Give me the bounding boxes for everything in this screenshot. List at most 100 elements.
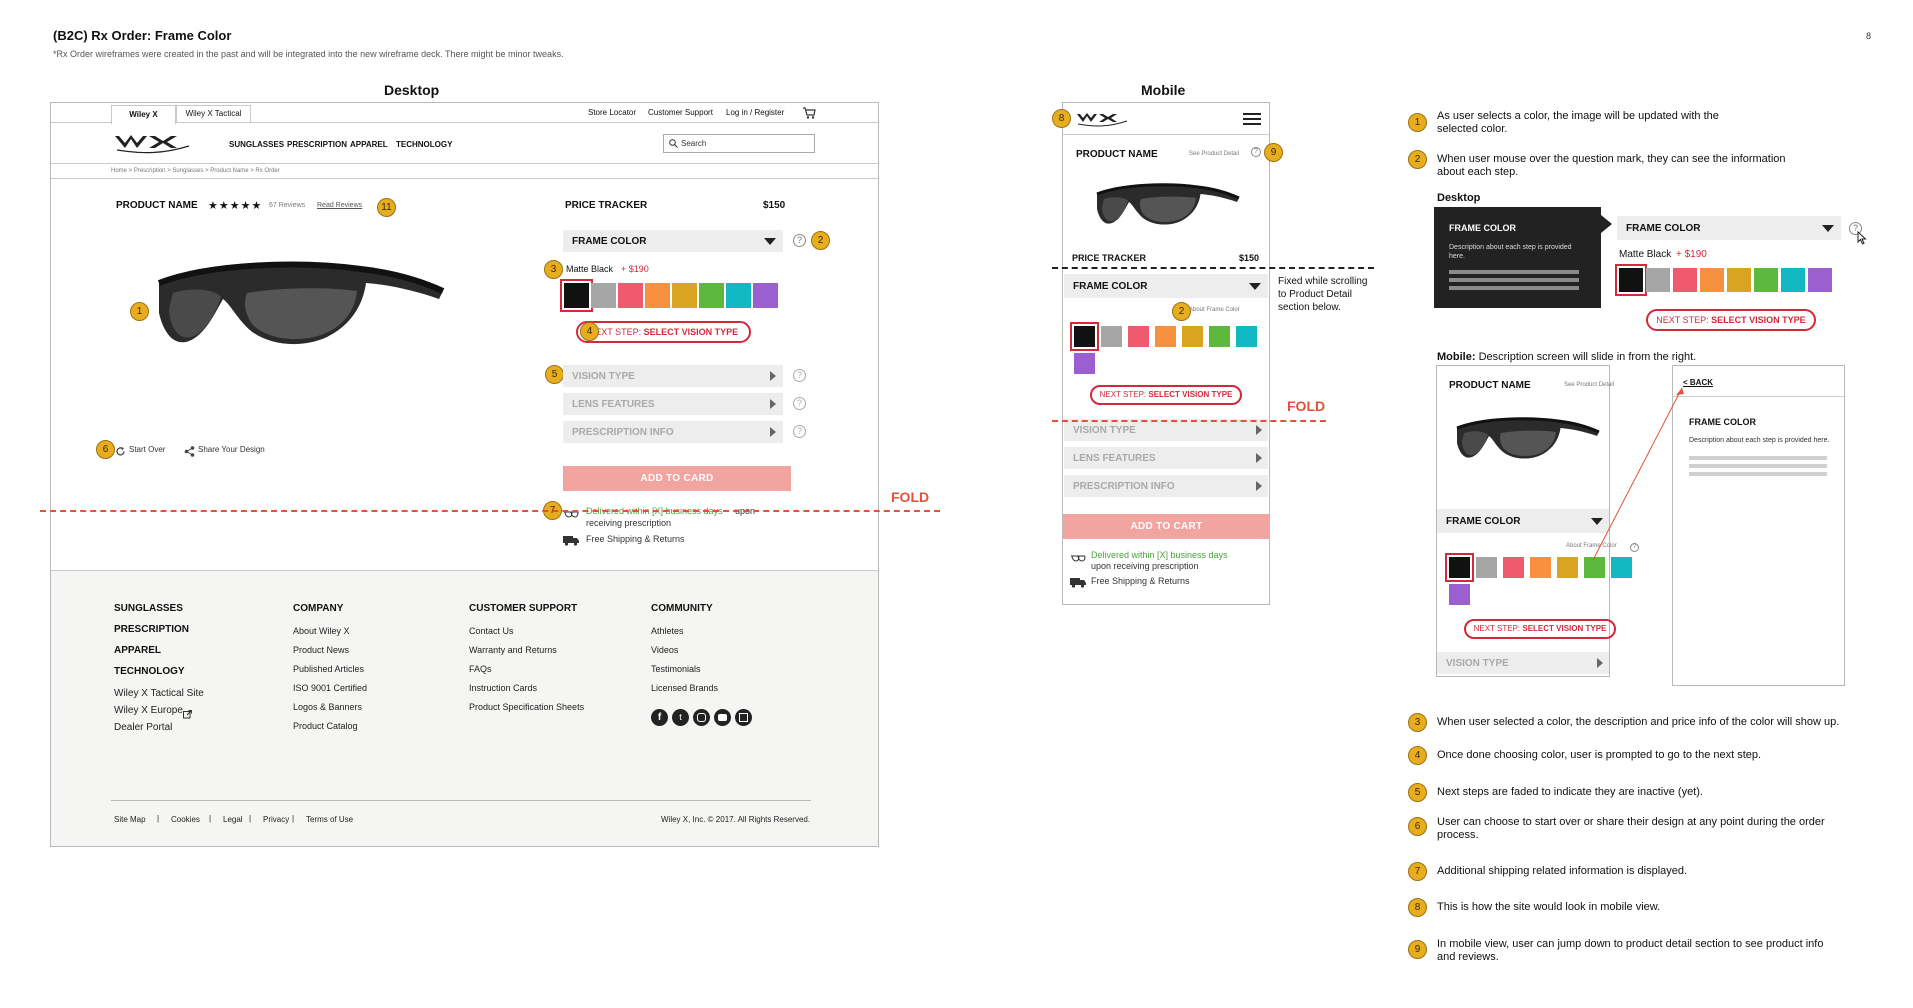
frame-color-dropdown[interactable]: FRAME COLOR (563, 230, 783, 252)
footer-link[interactable]: Instruction Cards (469, 683, 537, 693)
color-swatch[interactable] (560, 279, 593, 312)
facebook-icon[interactable]: f (651, 709, 668, 726)
color-swatch[interactable] (672, 283, 697, 308)
twitter-icon[interactable]: t (672, 709, 689, 726)
see-product-detail-link[interactable]: See Product Detail (1189, 151, 1239, 157)
footer-link[interactable]: Logos & Banners (293, 702, 362, 712)
footer-link[interactable]: Warranty and Returns (469, 645, 557, 655)
footer-link[interactable]: Published Articles (293, 664, 364, 674)
tab-wiley-x[interactable]: Wiley X (111, 105, 176, 124)
color-swatch[interactable] (1449, 584, 1470, 605)
footer-link[interactable]: Product News (293, 645, 349, 655)
nav-sunglasses[interactable]: SUNGLASSES (229, 140, 284, 149)
tooltip-demo-dropdown[interactable]: FRAME COLOR (1617, 216, 1841, 240)
footer-link[interactable]: Testimonials (651, 664, 701, 674)
youtube-icon[interactable] (714, 709, 731, 726)
store-locator-link[interactable]: Store Locator (588, 108, 636, 117)
note-6: User can choose to start over or share t… (1437, 816, 1825, 841)
read-reviews-link[interactable]: Read Reviews (317, 202, 362, 209)
color-swatch[interactable] (1646, 268, 1670, 292)
customer-support-link[interactable]: Customer Support (648, 108, 713, 117)
footer-link[interactable]: Product Specification Sheets (469, 702, 584, 712)
linkedin-icon[interactable] (735, 709, 752, 726)
instagram-icon[interactable] (693, 709, 710, 726)
footer-sunglasses[interactable]: SUNGLASSES (114, 603, 183, 614)
color-swatch[interactable] (1209, 326, 1230, 347)
footer-bottom-link[interactable]: Cookies (171, 815, 200, 824)
nav-prescription[interactable]: PRESCRIPTION (287, 140, 347, 149)
add-to-card-button[interactable]: ADD TO CARD (563, 466, 791, 491)
question-mark-icon[interactable]: ? (1251, 147, 1261, 157)
mobile-frame-color-dropdown[interactable]: FRAME COLOR (1064, 274, 1268, 298)
footer-link[interactable]: About Wiley X (293, 626, 350, 636)
start-over-icon[interactable] (115, 444, 126, 462)
wx-logo[interactable] (1075, 111, 1131, 132)
breadcrumb[interactable]: Home > Prescription > Sunglasses > Produ… (111, 168, 280, 174)
color-swatch[interactable] (1476, 557, 1497, 578)
share-design-button[interactable]: Share Your Design (198, 445, 265, 454)
footer-link[interactable]: Contact Us (469, 626, 514, 636)
color-swatch[interactable] (726, 283, 751, 308)
search-input[interactable]: Search (663, 134, 815, 153)
color-swatch[interactable] (1070, 322, 1099, 351)
color-swatch[interactable] (1155, 326, 1176, 347)
question-mark-icon[interactable]: ? (793, 234, 806, 247)
color-swatch[interactable] (1700, 268, 1724, 292)
color-swatch[interactable] (699, 283, 724, 308)
nav-apparel[interactable]: APPAREL (350, 140, 388, 149)
footer-link[interactable]: Videos (651, 645, 678, 655)
color-swatch[interactable] (1128, 326, 1149, 347)
mobile-next-step-button[interactable]: NEXT STEP: SELECT VISION TYPE (1090, 385, 1242, 405)
color-swatch[interactable] (1236, 326, 1257, 347)
color-swatch[interactable] (1445, 553, 1474, 582)
color-swatch[interactable] (1074, 353, 1095, 374)
color-swatch[interactable] (645, 283, 670, 308)
color-swatch[interactable] (1673, 268, 1697, 292)
footer-bottom-link[interactable]: Terms of Use (306, 815, 353, 824)
color-swatch[interactable] (1754, 268, 1778, 292)
footer-link[interactable]: Product Catalog (293, 721, 358, 731)
footer-link[interactable]: Athletes (651, 626, 684, 636)
tooltip-demo-next-step[interactable]: NEXT STEP: SELECT VISION TYPE (1646, 309, 1816, 331)
color-swatch[interactable] (753, 283, 778, 308)
color-swatch[interactable] (1530, 557, 1551, 578)
footer-prescription[interactable]: PRESCRIPTION (114, 624, 189, 635)
footer-bottom-link[interactable]: Legal (223, 815, 243, 824)
footer-wiley-europe[interactable]: Wiley X Europe (114, 705, 183, 716)
demo-frame-color-dropdown[interactable]: FRAME COLOR (1437, 509, 1609, 533)
footer-technology[interactable]: TECHNOLOGY (114, 666, 185, 677)
footer-tactical-site[interactable]: Wiley X Tactical Site (114, 688, 204, 699)
color-swatch[interactable] (1781, 268, 1805, 292)
color-swatch[interactable] (618, 283, 643, 308)
about-frame-color-link[interactable]: About Frame Color (1189, 307, 1240, 313)
footer-apparel[interactable]: APPAREL (114, 645, 161, 656)
footer-bottom-link[interactable]: Site Map (114, 815, 146, 824)
footer-link[interactable]: Licensed Brands (651, 683, 718, 693)
login-register-link[interactable]: Log in / Register (726, 108, 784, 117)
footer-dealer-portal[interactable]: Dealer Portal (114, 722, 172, 733)
footer-link[interactable]: FAQs (469, 664, 492, 674)
question-mark-icon[interactable]: ? (793, 425, 806, 438)
color-swatch[interactable] (1503, 557, 1524, 578)
share-icon[interactable] (184, 444, 195, 462)
question-mark-icon[interactable]: ? (793, 397, 806, 410)
nav-technology[interactable]: TECHNOLOGY (396, 140, 452, 149)
next-step-button[interactable]: NEXT STEP: SELECT VISION TYPE (576, 321, 751, 343)
wx-logo[interactable] (113, 130, 193, 159)
footer-bottom-link[interactable]: Privacy (263, 815, 289, 824)
color-swatch[interactable] (1101, 326, 1122, 347)
mobile-add-to-cart-button[interactable]: ADD TO CART (1063, 514, 1270, 539)
color-swatch[interactable] (1182, 326, 1203, 347)
cart-icon[interactable] (802, 106, 816, 124)
start-over-button[interactable]: Start Over (129, 445, 165, 454)
color-swatch[interactable] (591, 283, 616, 308)
tab-wiley-x-tactical[interactable]: Wiley X Tactical (176, 105, 251, 123)
demo-next-step[interactable]: NEXT STEP: SELECT VISION TYPE (1464, 619, 1616, 639)
color-swatch[interactable] (1615, 264, 1647, 296)
color-swatch[interactable] (1727, 268, 1751, 292)
color-swatch[interactable] (1808, 268, 1832, 292)
footer-link[interactable]: ISO 9001 Certified (293, 683, 367, 693)
question-mark-icon[interactable]: ? (793, 369, 806, 382)
color-swatch[interactable] (1557, 557, 1578, 578)
hamburger-menu-icon[interactable] (1243, 113, 1261, 125)
